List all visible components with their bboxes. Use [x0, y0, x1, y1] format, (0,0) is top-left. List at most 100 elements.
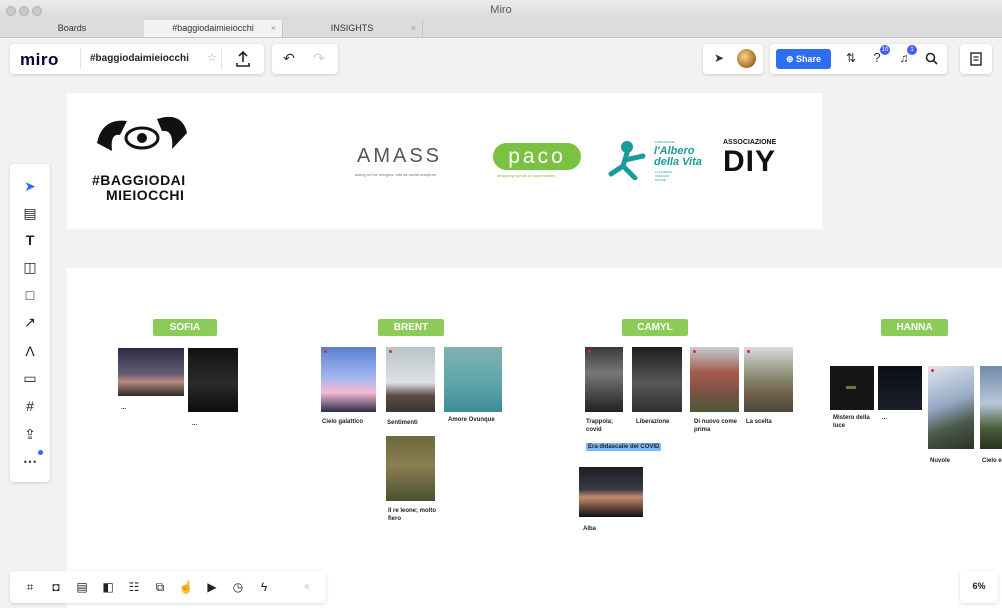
star-icon[interactable]: ☆: [207, 51, 217, 64]
diy-logo: DIY: [723, 145, 777, 178]
photo-sofia-1[interactable]: [118, 348, 184, 396]
more-tools-icon[interactable]: ⋯: [20, 451, 40, 471]
settings-sliders-icon[interactable]: ⇅: [842, 50, 860, 68]
light-streak: [846, 386, 856, 389]
shape-tool-icon[interactable]: □: [20, 285, 40, 305]
close-tab-icon[interactable]: ×: [411, 20, 416, 37]
tab-insights[interactable]: INSIGHTS ×: [282, 20, 423, 37]
heart-icon: [693, 350, 696, 353]
caption-camyl-5: Alba: [583, 526, 597, 532]
comment-tool-icon[interactable]: ▭: [20, 368, 40, 388]
photo-hanna-3[interactable]: [928, 366, 974, 449]
caption-camyl-1: Trappola; covid: [586, 419, 614, 433]
activity-icon[interactable]: ϟ: [255, 578, 273, 596]
caption-hanna-1: Mistero della luce: [833, 415, 870, 429]
photo-brent-2[interactable]: [386, 347, 435, 412]
group-label-hanna[interactable]: HANNA: [881, 319, 948, 336]
pen-tool-icon[interactable]: Λ: [20, 341, 40, 361]
photo-camyl-3[interactable]: [690, 347, 739, 412]
redo-icon[interactable]: ↷: [310, 50, 328, 68]
photo-brent-3[interactable]: [444, 347, 502, 412]
group-label-sofia[interactable]: SOFIA: [153, 319, 217, 336]
voting-icon[interactable]: ☝: [177, 578, 195, 596]
baggiodaimieiocchi-logo: #BAGGIODAI MIEIOCCHI: [92, 173, 186, 203]
cards-icon[interactable]: ◧: [99, 578, 117, 596]
share-button[interactable]: ⊕ Share: [776, 49, 831, 69]
photo-camyl-5[interactable]: [579, 467, 643, 517]
tab-bar: Boards #baggiodaimieiocchi × INSIGHTS ×: [0, 20, 1002, 38]
screen-share-icon[interactable]: ⧉: [151, 578, 169, 596]
caption-brent-2: Sentimenti: [387, 420, 418, 426]
paco-tagline: designing worlds of opportunities: [497, 173, 556, 178]
globe-icon: ⊕: [785, 54, 797, 64]
tab-label: Boards: [57, 23, 87, 33]
cursor-icon[interactable]: ➤: [710, 50, 728, 68]
templates-tool-icon[interactable]: ▤: [20, 203, 40, 223]
caption-camyl-4: La scelta: [746, 419, 772, 425]
photo-hanna-2[interactable]: [878, 366, 922, 410]
tab-label: INSIGHTS: [330, 23, 374, 33]
photo-hanna-4[interactable]: [980, 366, 1002, 449]
chat-icon[interactable]: ▤: [73, 578, 91, 596]
text-tool-icon[interactable]: T: [20, 230, 40, 250]
board-header: miro #baggiodaimieiocchi ☆: [10, 44, 264, 74]
collaboration-panel: ➤: [703, 44, 763, 74]
video-icon[interactable]: ▶: [203, 578, 221, 596]
heart-icon: [389, 350, 392, 353]
caption-sofia-2: ...: [192, 421, 198, 427]
group-label-camyl[interactable]: CAMYL: [622, 319, 688, 336]
window-title: Miro: [490, 4, 512, 16]
heart-icon: [747, 350, 750, 353]
amass-logo: AMASS: [357, 145, 443, 167]
photo-brent-1[interactable]: [321, 347, 376, 412]
select-tool-icon[interactable]: ➤: [20, 176, 40, 196]
avatar[interactable]: [737, 49, 756, 68]
photo-camyl-2[interactable]: [632, 347, 682, 412]
timer-icon[interactable]: ◷: [229, 578, 247, 596]
group-label-brent[interactable]: BRENT: [378, 319, 444, 336]
search-icon[interactable]: [925, 52, 938, 65]
heart-icon: [588, 350, 591, 353]
export-icon[interactable]: [236, 51, 250, 67]
hand-eye-logo: [97, 116, 187, 151]
highlighted-note[interactable]: Era didascalie del COVID: [586, 443, 662, 451]
tab-board[interactable]: #baggiodaimieiocchi ×: [144, 20, 283, 37]
caption-brent-1: Cielo galattico: [322, 419, 364, 425]
caption-brent-4: Il re leone; molto fiero: [388, 508, 437, 522]
board-name[interactable]: #baggiodaimieiocchi: [90, 53, 189, 64]
kanban-icon[interactable]: ☷: [125, 578, 143, 596]
undo-icon[interactable]: ↶: [280, 50, 298, 68]
photo-camyl-1[interactable]: [585, 347, 623, 412]
sticky-note-tool-icon[interactable]: ◫: [20, 257, 40, 277]
photo-brent-4[interactable]: [386, 436, 435, 501]
albero-line: della Vita: [654, 156, 702, 168]
paco-logo: paco: [493, 143, 581, 170]
zoom-level[interactable]: 6%: [960, 581, 998, 591]
upload-tool-icon[interactable]: ⇪: [20, 424, 40, 444]
divider: [221, 48, 222, 70]
comment-icon[interactable]: ◘: [47, 578, 65, 596]
albero-prefix: FONDAZIONE: [655, 140, 675, 144]
photo-camyl-4[interactable]: [744, 347, 793, 412]
tab-boards[interactable]: Boards: [0, 20, 145, 37]
photo-hanna-1[interactable]: [830, 366, 874, 410]
caption-hanna-2: ...: [882, 415, 888, 421]
photo-sofia-2[interactable]: [188, 348, 238, 412]
frames-icon[interactable]: ⌗: [21, 578, 39, 596]
connection-line-tool-icon[interactable]: ↗: [20, 312, 40, 332]
close-tab-icon[interactable]: ×: [271, 20, 276, 37]
amass-tagline: acting on the margins: arts as social sc…: [355, 172, 437, 177]
caption-brent-3: Amore Ovunque: [448, 417, 495, 423]
logo-line: #BAGGIODAI: [92, 172, 186, 188]
heart-icon: [324, 350, 327, 353]
banner-frame[interactable]: #BAGGIODAI MIEIOCCHI AMASS acting on the…: [67, 93, 822, 229]
tab-label: #baggiodaimieiocchi: [172, 23, 254, 33]
new-indicator-dot: [38, 450, 43, 455]
notes-icon[interactable]: [970, 52, 982, 66]
miro-logo[interactable]: miro: [20, 50, 59, 70]
collapse-icon[interactable]: «: [298, 578, 316, 596]
albero-figure-logo: [608, 141, 646, 180]
frame-tool-icon[interactable]: #: [20, 396, 40, 416]
caption-hanna-4: Cielo e alberi: [982, 458, 1002, 464]
undo-redo-panel: ↶ ↷: [272, 44, 338, 74]
